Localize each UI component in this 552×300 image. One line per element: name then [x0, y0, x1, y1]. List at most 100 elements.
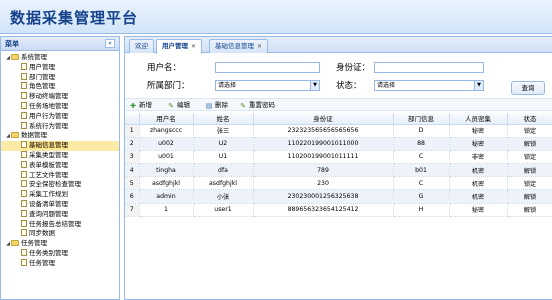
document-icon: [21, 101, 27, 109]
sidebar-item[interactable]: 角色管理: [1, 82, 119, 92]
row-number: 5: [125, 176, 140, 191]
table-row[interactable]: 4 tingha dfa 789 b01 机密 解锁: [125, 163, 552, 178]
sidebar-group[interactable]: ◢ 数据管理: [1, 131, 119, 141]
status-cell: 解锁: [507, 137, 552, 151]
user-table: 用户名 姓名 身份证 部门信息 人员密集 状态 1 zhangsccc 张三 2323…: [125, 113, 552, 217]
sidebar-item-label: 采集工作规划: [29, 190, 68, 199]
sidebar-item[interactable]: 用户行为管理: [1, 111, 119, 122]
status-cell: 解锁: [507, 203, 552, 217]
table-row[interactable]: 6 admin 小张 230230001256325638 G 机密 解锁: [125, 189, 552, 204]
column-header-department[interactable]: 部门信息: [393, 113, 450, 125]
sidebar-item[interactable]: 移动终端管理: [1, 92, 119, 102]
sidebar-item[interactable]: 任务场地管理: [1, 101, 119, 112]
tab-label: 用户管理: [162, 42, 188, 50]
tab-label: 欢迎: [135, 42, 148, 50]
table-row[interactable]: 3 u001 U1 110200199001011111 C 非密 锁定: [125, 150, 552, 165]
sidebar-item-label: 角色管理: [29, 82, 55, 91]
username-cell: 1: [139, 203, 194, 217]
sidebar-group[interactable]: ◢ 系统管理: [1, 53, 119, 63]
table-row[interactable]: 1 zhangsccc 张三 232323565656565656 D 秘密 锁定: [125, 124, 552, 138]
sidebar-item-label: 用户管理: [29, 62, 55, 71]
table-row[interactable]: 5 asdfghjkl asdfghjkl 230 C 机密 锁定: [125, 176, 552, 191]
column-header-username[interactable]: 用户名: [139, 113, 194, 125]
sidebar-item-label: 设备清单管理: [29, 199, 68, 208]
reset-password-button[interactable]: ✎ 重置密码: [239, 100, 275, 110]
document-icon: [21, 258, 27, 266]
delete-label: 删除: [215, 101, 228, 109]
secret-level-cell: 机密: [449, 189, 508, 204]
name-cell: dfa: [193, 163, 254, 178]
idcard-cell: 789: [253, 163, 394, 178]
delete-button[interactable]: ▤ 删除: [205, 100, 228, 110]
query-button[interactable]: 查询: [511, 81, 545, 95]
tab-basic-info-management[interactable]: 基础信息管理 ✕: [209, 39, 269, 53]
sidebar-item[interactable]: 工艺文件管理: [1, 170, 119, 181]
sidebar-item[interactable]: 表单模板管理: [1, 160, 119, 171]
sidebar-item[interactable]: 任务类别管理: [1, 248, 119, 259]
department-select[interactable]: 请选择 ▼: [215, 80, 320, 91]
document-icon: [21, 160, 27, 168]
sidebar-item[interactable]: 设备清单管理: [1, 199, 119, 210]
sidebar-group[interactable]: ◢ 任务管理: [1, 239, 119, 249]
sidebar-item-label: 移动终端管理: [29, 92, 68, 101]
username-cell: u002: [139, 137, 194, 151]
document-icon: [21, 141, 27, 149]
table-row[interactable]: 7 1 user1 889656323654125412 H 秘密 解锁: [125, 203, 552, 217]
username-cell: u001: [139, 150, 194, 165]
column-header-name[interactable]: 姓名: [193, 113, 254, 125]
reset-password-label: 重置密码: [249, 101, 275, 109]
username-input[interactable]: [215, 62, 320, 73]
username-cell: tingha: [139, 163, 194, 178]
sidebar-item-label: 任务类别管理: [29, 248, 68, 257]
column-header-secret-level[interactable]: 人员密集: [449, 113, 508, 125]
status-cell: 锁定: [507, 124, 552, 138]
chevron-down-icon: ▼: [474, 81, 483, 90]
sidebar-item[interactable]: 查询问题管理: [1, 209, 119, 220]
sidebar-item[interactable]: 用户管理: [1, 62, 119, 73]
document-icon: [21, 180, 27, 188]
secret-level-cell: 机密: [449, 163, 508, 178]
sidebar-item[interactable]: 任务管理: [1, 258, 119, 269]
add-label: 新增: [139, 101, 152, 109]
document-icon: [21, 248, 27, 256]
idcard-input[interactable]: [374, 62, 484, 73]
main-panel: 欢迎 用户管理 ✕ 基础信息管理 ✕ 用户名： 身份证： 所属部门： 请选择 ▼ 状…: [124, 36, 552, 300]
sidebar-item[interactable]: 系统行为管理: [1, 121, 119, 132]
edit-button[interactable]: ✎ 编辑: [167, 100, 190, 110]
sidebar-item-label: 工艺文件管理: [29, 170, 68, 179]
status-cell: 锁定: [507, 150, 552, 165]
add-button[interactable]: ✚ 新增: [129, 100, 152, 110]
sidebar-item[interactable]: 采集类型管理: [1, 150, 119, 161]
sidebar-item[interactable]: 任务报告总结管理: [1, 219, 119, 230]
close-icon[interactable]: ✕: [191, 43, 196, 50]
sidebar-item[interactable]: 采集工作规划: [1, 190, 119, 200]
idcard-cell: 230: [253, 176, 394, 191]
department-cell: H: [393, 203, 450, 217]
column-header-status[interactable]: 状态: [507, 113, 552, 125]
plus-icon: ✚: [130, 102, 136, 110]
table-row[interactable]: 2 u002 U2 110220199001011000 88 秘密 解锁: [125, 137, 552, 151]
grid-toolbar: ✚ 新增 ✎ 编辑 ▤ 删除 ✎ 重置密码: [125, 98, 552, 111]
sidebar-item[interactable]: 安全保密检查管理: [1, 180, 119, 190]
folder-icon: [11, 132, 19, 139]
sidebar-item-label: 采集类型管理: [29, 150, 68, 159]
close-icon[interactable]: ✕: [257, 43, 262, 50]
sidebar-header: 菜单 «: [1, 37, 119, 51]
tab-user-management[interactable]: 用户管理 ✕: [156, 39, 203, 54]
idcard-cell: 110220199001011000: [253, 137, 394, 151]
sidebar-item[interactable]: 部门管理: [1, 72, 119, 83]
sidebar-item[interactable]: 同步数据: [1, 229, 119, 239]
department-cell: C: [393, 150, 450, 165]
sidebar-title: 菜单: [5, 40, 19, 48]
chevron-down-icon: ▼: [310, 81, 319, 90]
tab-welcome[interactable]: 欢迎: [129, 39, 154, 53]
status-select[interactable]: 请选择 ▼: [374, 80, 484, 91]
sidebar-item-label: 用户行为管理: [29, 111, 68, 120]
sidebar-item-label: 安全保密检查管理: [29, 180, 81, 189]
idcard-label: 身份证：: [336, 63, 371, 73]
collapse-sidebar-button[interactable]: «: [105, 39, 115, 48]
column-header-idcard[interactable]: 身份证: [253, 113, 394, 125]
sidebar-item[interactable]: 基础信息管理: [1, 141, 119, 151]
folder-icon: [11, 54, 19, 60]
idcard-cell: 889656323654125412: [253, 203, 394, 217]
